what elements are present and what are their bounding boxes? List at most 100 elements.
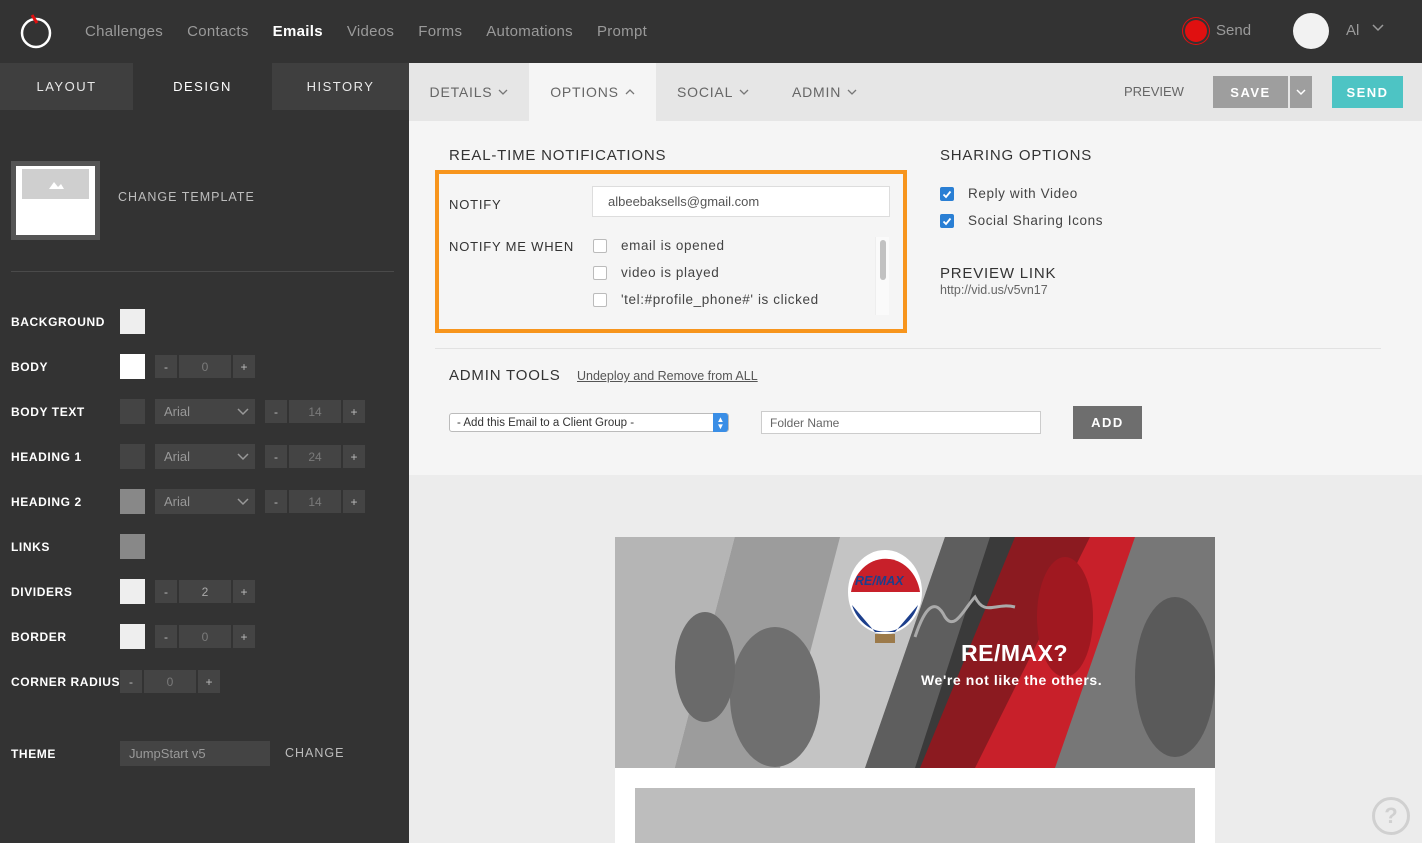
checkbox[interactable] <box>593 265 607 280</box>
dividers-value[interactable]: 2 <box>179 580 231 603</box>
body-text-size-stepper[interactable]: - 14 + <box>265 400 365 423</box>
border-stepper[interactable]: - 0 + <box>155 625 255 648</box>
body-padding-stepper[interactable]: - 0 + <box>155 355 255 378</box>
heading2-size-value[interactable]: 14 <box>289 490 341 513</box>
tab-history[interactable]: HISTORY <box>272 63 410 110</box>
top-bar: Challenges Contacts Emails Videos Forms … <box>0 0 1422 63</box>
checkmark-icon <box>942 217 952 225</box>
scrollbar-thumb[interactable] <box>880 240 886 280</box>
social-sharing-icons-option[interactable]: Social Sharing Icons <box>940 213 1103 228</box>
background-label: BACKGROUND <box>11 315 105 329</box>
notify-email-opened[interactable]: email is opened <box>593 238 725 253</box>
background-color-swatch[interactable] <box>120 309 145 334</box>
logo-icon[interactable] <box>18 13 54 49</box>
notify-email-field[interactable]: albeebaksells@gmail.com <box>592 186 890 217</box>
record-icon[interactable] <box>1185 20 1207 42</box>
preview-button[interactable]: PREVIEW <box>1124 84 1184 99</box>
decrement-button[interactable]: - <box>155 625 177 648</box>
heading1-color-swatch[interactable] <box>120 444 145 469</box>
nav-automations[interactable]: Automations <box>486 23 573 40</box>
corner-radius-value[interactable]: 0 <box>144 670 196 693</box>
change-theme-button[interactable]: CHANGE <box>285 746 344 760</box>
heading2-font-select[interactable]: Arial <box>155 489 255 514</box>
body-text-font-select[interactable]: Arial <box>155 399 255 424</box>
nav-emails[interactable]: Emails <box>273 23 323 40</box>
decrement-button[interactable]: - <box>155 355 177 378</box>
template-thumbnail[interactable] <box>11 161 100 240</box>
user-name[interactable]: Al <box>1346 22 1359 39</box>
tab-admin[interactable]: ADMIN <box>792 63 857 121</box>
tab-design[interactable]: DESIGN <box>136 63 270 110</box>
body-color-swatch[interactable] <box>120 354 145 379</box>
increment-button[interactable]: + <box>343 445 365 468</box>
decrement-button[interactable]: - <box>120 670 142 693</box>
increment-button[interactable]: + <box>233 355 255 378</box>
tab-social[interactable]: SOCIAL <box>677 63 749 121</box>
nav-forms[interactable]: Forms <box>418 23 462 40</box>
dividers-label: DIVIDERS <box>11 585 73 599</box>
record-send-link[interactable]: Send <box>1216 22 1251 39</box>
change-template-button[interactable]: CHANGE TEMPLATE <box>118 190 255 204</box>
save-options-button[interactable] <box>1290 76 1312 108</box>
avatar[interactable] <box>1293 13 1329 49</box>
increment-button[interactable]: + <box>233 580 255 603</box>
notify-list-scrollbar[interactable] <box>875 237 889 315</box>
email-banner-image: RE/MAX RE/MAX? We're not like the others… <box>615 537 1215 768</box>
nav-contacts[interactable]: Contacts <box>187 23 249 40</box>
send-button[interactable]: SEND <box>1332 76 1403 108</box>
notify-link-clicked[interactable]: 'tel:#profile_phone#' is clicked <box>593 292 819 307</box>
chevron-down-icon <box>1296 89 1306 96</box>
chevron-down-icon <box>498 89 508 95</box>
undeploy-link[interactable]: Undeploy and Remove from ALL <box>577 369 758 383</box>
client-group-select[interactable]: - Add this Email to a Client Group - ▲ ▼ <box>449 413 729 432</box>
admin-tools-title: ADMIN TOOLS <box>449 367 561 384</box>
checkbox[interactable] <box>940 186 954 201</box>
body-padding-value[interactable]: 0 <box>179 355 231 378</box>
decrement-button[interactable]: - <box>155 580 177 603</box>
tab-details[interactable]: DETAILS <box>409 63 529 121</box>
heading2-size-stepper[interactable]: - 14 + <box>265 490 365 513</box>
save-button[interactable]: SAVE <box>1213 76 1288 108</box>
increment-button[interactable]: + <box>198 670 220 693</box>
increment-button[interactable]: + <box>343 400 365 423</box>
decrement-button[interactable]: - <box>265 490 287 513</box>
border-color-swatch[interactable] <box>120 624 145 649</box>
folder-name-input[interactable]: Folder Name <box>761 411 1041 434</box>
add-button[interactable]: ADD <box>1073 406 1142 439</box>
template-preview <box>16 166 95 235</box>
border-value[interactable]: 0 <box>179 625 231 648</box>
chevron-down-icon[interactable] <box>1372 22 1384 32</box>
checkbox[interactable] <box>940 213 954 228</box>
increment-button[interactable]: + <box>343 490 365 513</box>
nav-prompt[interactable]: Prompt <box>597 23 647 40</box>
nav-videos[interactable]: Videos <box>347 23 394 40</box>
corner-radius-stepper[interactable]: - 0 + <box>120 670 220 693</box>
nav-challenges[interactable]: Challenges <box>85 23 163 40</box>
body-text-size-value[interactable]: 14 <box>289 400 341 423</box>
design-sidebar: LAYOUT DESIGN HISTORY CHANGE TEMPLATE BA… <box>0 63 410 843</box>
theme-field[interactable]: JumpStart v5 <box>120 741 270 766</box>
body-text-color-swatch[interactable] <box>120 399 145 424</box>
dividers-stepper[interactable]: - 2 + <box>155 580 255 603</box>
reply-with-video-option[interactable]: Reply with Video <box>940 186 1078 201</box>
help-icon[interactable]: ? <box>1372 797 1410 835</box>
links-color-swatch[interactable] <box>120 534 145 559</box>
checkbox[interactable] <box>593 238 607 253</box>
increment-button[interactable]: + <box>233 625 255 648</box>
preview-link-url[interactable]: http://vid.us/v5vn17 <box>940 283 1048 297</box>
decrement-button[interactable]: - <box>265 400 287 423</box>
heading1-size-stepper[interactable]: - 24 + <box>265 445 365 468</box>
tab-layout[interactable]: LAYOUT <box>0 63 134 110</box>
font-name: Arial <box>164 494 191 509</box>
tab-options[interactable]: OPTIONS <box>529 63 656 121</box>
heading1-font-select[interactable]: Arial <box>155 444 255 469</box>
balloon-logo-text: RE/MAX <box>855 574 904 588</box>
content-placeholder[interactable] <box>635 788 1195 843</box>
notify-video-played[interactable]: video is played <box>593 265 719 280</box>
dividers-color-swatch[interactable] <box>120 579 145 604</box>
heading1-size-value[interactable]: 24 <box>289 445 341 468</box>
checkbox[interactable] <box>593 292 607 307</box>
heading2-color-swatch[interactable] <box>120 489 145 514</box>
border-label: BORDER <box>11 630 67 644</box>
decrement-button[interactable]: - <box>265 445 287 468</box>
